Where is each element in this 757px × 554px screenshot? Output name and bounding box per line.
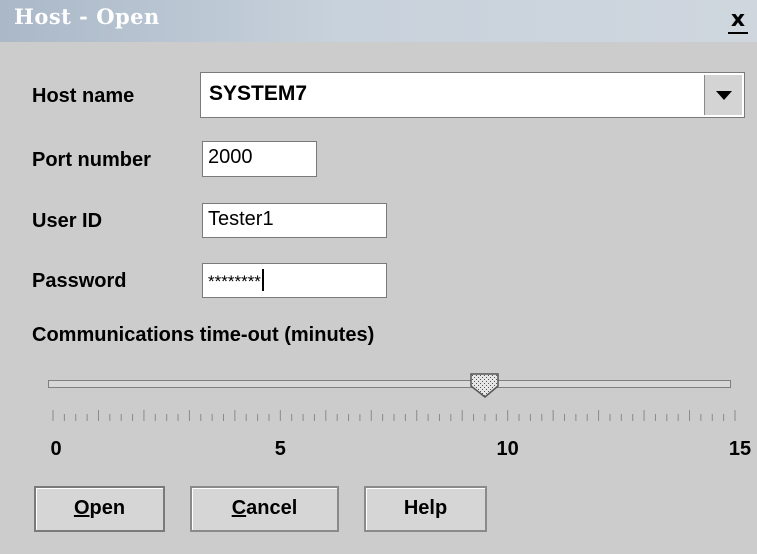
cancel-mnemonic: C bbox=[231, 497, 247, 519]
help-button[interactable]: Help bbox=[364, 486, 487, 532]
slider-tick-label: 5 bbox=[274, 438, 286, 460]
slider-tick-label: 10 bbox=[496, 438, 519, 460]
open-label: pen bbox=[89, 497, 126, 519]
slider-ticks bbox=[52, 410, 736, 421]
cancel-label: ancel bbox=[246, 497, 298, 519]
open-mnemonic: O bbox=[73, 497, 90, 519]
slider-tick-label: 15 bbox=[728, 438, 752, 460]
slider-thumb-icon[interactable] bbox=[469, 372, 501, 400]
open-button[interactable]: Open bbox=[34, 486, 165, 532]
slider-tick-label: 0 bbox=[50, 438, 62, 460]
cancel-button[interactable]: Cancel bbox=[190, 486, 339, 532]
